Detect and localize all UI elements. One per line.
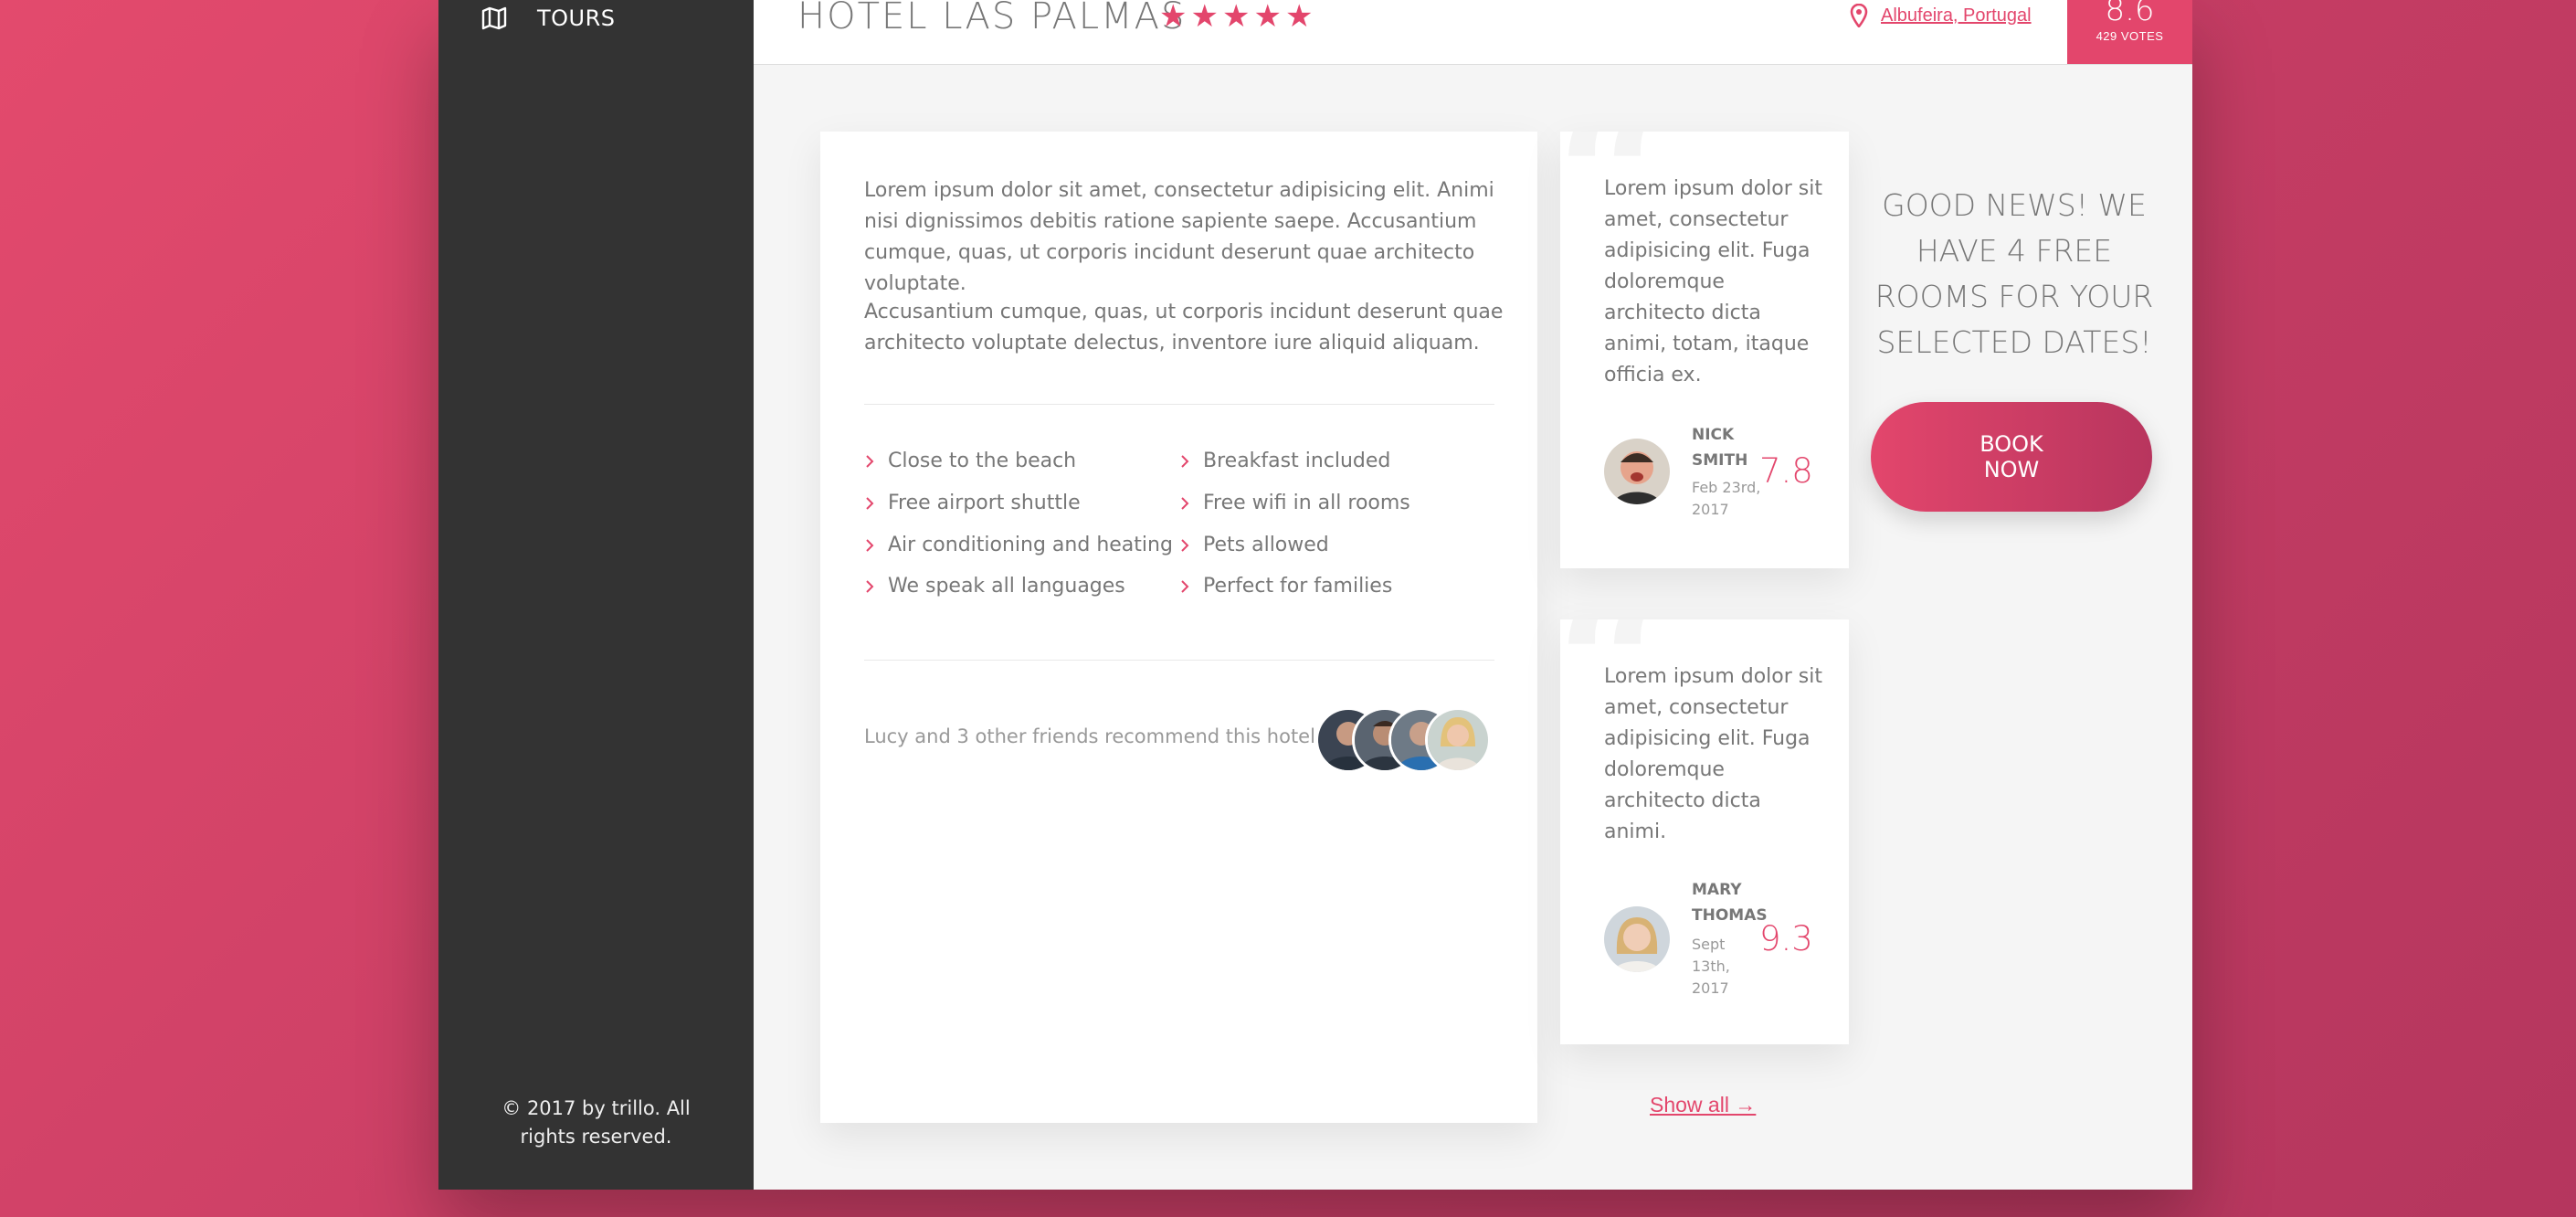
book-now-button[interactable]: Book now: [1871, 402, 2152, 512]
chevron-right-icon: [866, 496, 874, 510]
location-pin-icon: [1850, 4, 1868, 27]
review-date: Sept 13th, 2017: [1692, 936, 1730, 997]
hotel-location: Albufeira, Portugal: [1850, 4, 2032, 27]
review-rating: 9.3: [1759, 919, 1813, 958]
recommend-text: Lucy and 3 other friends recommend this …: [864, 725, 1322, 747]
star-icon: ★: [1159, 0, 1188, 34]
star-icon: ★: [1284, 0, 1314, 34]
sidebar: TOURS © 2017 by trillo. All rights reser…: [438, 0, 754, 1190]
feature-item: Free airport shuttle: [864, 492, 1081, 514]
star-icon: ★: [1190, 0, 1219, 34]
description-paragraph: Accusantium cumque, quas, ut corporis in…: [864, 301, 1504, 355]
avatar: [1604, 906, 1670, 972]
page-container: TOURS © 2017 by trillo. All rights reser…: [438, 0, 2192, 1190]
feature-label: We speak all languages: [888, 575, 1125, 598]
map-icon: [481, 6, 507, 30]
sidebar-item-tours[interactable]: TOURS: [480, 0, 616, 37]
hotel-header: HOTEL LAS PALMAS ★ ★ ★ ★ ★ Albufeira, Po…: [754, 0, 2192, 65]
review-text: Lorem ipsum dolor sit amet, consectetur …: [1604, 665, 1822, 843]
feature-item: Breakfast included: [1179, 450, 1390, 472]
avatar: [1604, 439, 1670, 504]
feature-label: Close to the beach: [888, 450, 1077, 472]
feature-label: Breakfast included: [1203, 450, 1391, 472]
feature-label: Air conditioning and heating: [888, 534, 1173, 556]
friend-avatar: [1425, 707, 1491, 773]
review-text: Lorem ipsum dolor sit amet, consectetur …: [1604, 177, 1822, 386]
show-all-link[interactable]: Show all →: [1650, 1093, 1756, 1117]
friends-avatars: [1315, 707, 1498, 773]
cta-text: Good news! We have 4 free rooms for your…: [1874, 187, 2154, 360]
review-rating: 7.8: [1759, 451, 1813, 491]
chevron-right-icon: [1181, 454, 1189, 468]
star-icon: ★: [1221, 0, 1251, 34]
chevron-right-icon: [1181, 496, 1189, 510]
star-icon: ★: [1253, 0, 1282, 34]
feature-item: Free wifi in all rooms: [1179, 492, 1410, 514]
feature-item: Pets allowed: [1179, 534, 1329, 556]
booking-cta: Good news! We have 4 free rooms for your…: [1868, 183, 2160, 512]
sidebar-item-label: TOURS: [537, 5, 616, 31]
review-card: “ Lorem ipsum dolor sit amet, consectetu…: [1560, 619, 1849, 1044]
rating-average: 8.6: [2105, 0, 2155, 28]
feature-label: Free wifi in all rooms: [1203, 492, 1410, 514]
feature-label: Pets allowed: [1203, 534, 1329, 556]
feature-item: Close to the beach: [864, 450, 1076, 472]
feature-label: Free airport shuttle: [888, 492, 1081, 514]
chevron-right-icon: [1181, 579, 1189, 593]
rating-count: 429 VOTES: [2096, 29, 2164, 43]
feature-label: Perfect for families: [1203, 575, 1393, 598]
divider: [864, 660, 1494, 661]
chevron-right-icon: [1181, 538, 1189, 552]
review-card: “ Lorem ipsum dolor sit amet, consectetu…: [1560, 132, 1849, 568]
hotel-name: HOTEL LAS PALMAS: [797, 0, 1187, 37]
star-rating: ★ ★ ★ ★ ★: [1159, 0, 1313, 33]
divider: [864, 404, 1494, 405]
rating-box: 8.6 429 VOTES: [2067, 0, 2192, 64]
hotel-description: Lorem ipsum dolor sit amet, consectetur …: [820, 132, 1537, 1123]
chevron-right-icon: [866, 538, 874, 552]
chevron-right-icon: [866, 579, 874, 593]
description-paragraph: Lorem ipsum dolor sit amet, consectetur …: [864, 179, 1494, 295]
feature-item: Perfect for families: [1179, 575, 1392, 598]
book-now-label: Book now: [1980, 431, 2043, 482]
reviewer-name: Nick Smith: [1692, 426, 1748, 470]
reviewer-name: Mary Thomas: [1692, 881, 1768, 925]
review-date: Feb 23rd, 2017: [1692, 479, 1761, 518]
location-link[interactable]: Albufeira, Portugal: [1881, 5, 2032, 26]
feature-item: We speak all languages: [864, 575, 1125, 598]
chevron-right-icon: [866, 454, 874, 468]
feature-item: Air conditioning and heating: [864, 534, 1173, 556]
legal-text: © 2017 by trillo. All rights reserved.: [501, 1097, 691, 1148]
